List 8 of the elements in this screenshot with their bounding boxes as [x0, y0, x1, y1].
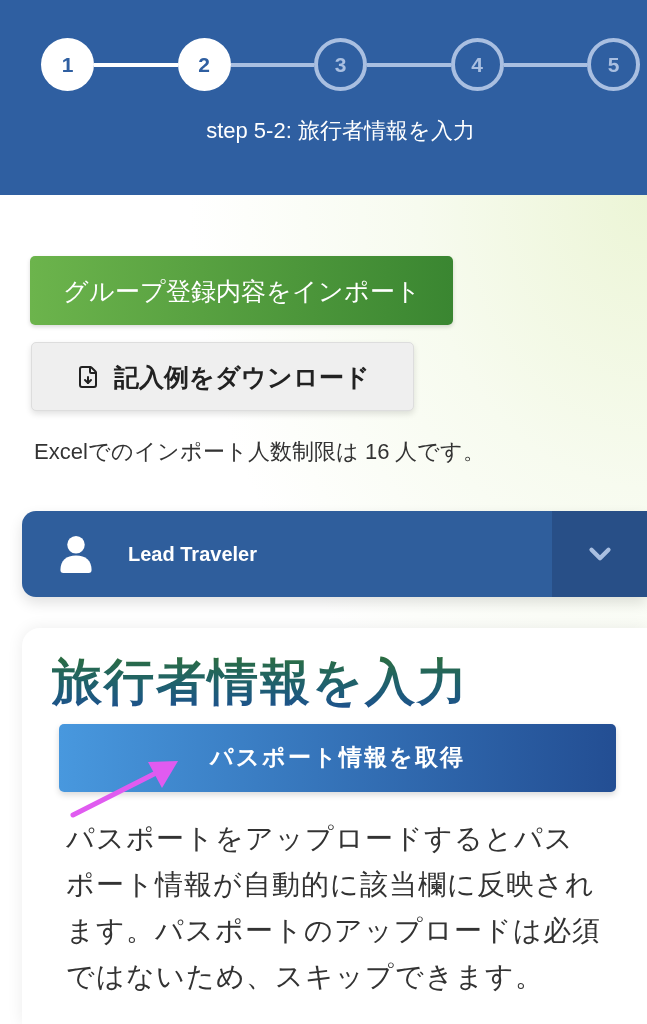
download-button[interactable]: 記入例をダウンロード — [31, 342, 414, 411]
import-limit-note: Excelでのインポート人数制限は 16 人です。 — [34, 438, 486, 466]
passport-button[interactable]: パスポート情報を取得 — [59, 724, 616, 792]
accordion-toggle[interactable] — [552, 511, 647, 597]
passport-description: パスポートをアップロードするとパスポート情報が自動的に該当欄に反映されます。パスポートのアップロードは必須ではないため、スキップできます。 — [66, 822, 602, 994]
user-icon — [60, 535, 92, 573]
step-caption: step 5-2: 旅行者情報を入力 — [206, 117, 475, 145]
accordion-header[interactable]: Lead Traveler — [22, 511, 647, 597]
